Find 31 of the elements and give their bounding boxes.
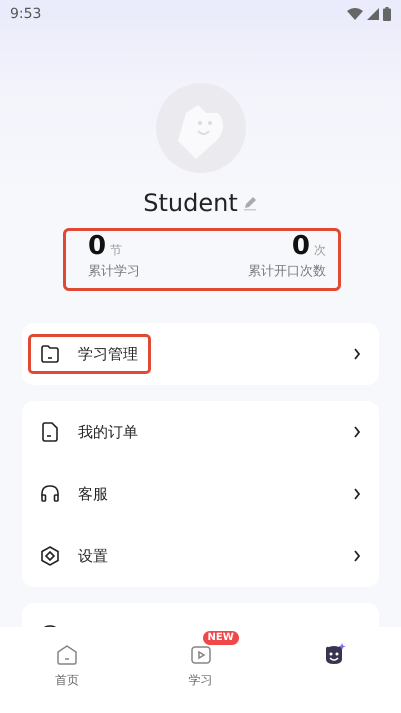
settings-icon	[39, 544, 61, 567]
tab[interactable]: 首页	[24, 631, 109, 689]
stat-label: 累计开口次数	[248, 262, 326, 281]
chevron-icon	[353, 348, 361, 360]
wifi-icon	[347, 8, 363, 20]
stat-unit: 次	[314, 242, 326, 259]
menu-item[interactable]: 设置	[22, 524, 379, 587]
stat-value: 0	[292, 232, 310, 259]
status-time: 9:53	[10, 4, 42, 24]
menu-label: 我的订单	[78, 422, 138, 443]
chevron-icon	[353, 488, 361, 500]
stat-value: 0	[88, 232, 106, 259]
document-icon	[39, 420, 61, 443]
chevron-icon	[353, 550, 361, 562]
menu-item[interactable]: 客服	[22, 462, 379, 525]
menu-label: 学习管理	[78, 344, 138, 365]
menu-item[interactable]: 学习管理	[22, 322, 379, 385]
user-name: Student	[143, 189, 238, 218]
stat-label: 累计学习	[88, 262, 140, 281]
tab[interactable]: NEW 学习	[158, 631, 242, 689]
stat-unit: 节	[110, 242, 122, 259]
menu-label: 设置	[78, 546, 108, 567]
menu-label: 客服	[78, 484, 108, 505]
signal-icon	[367, 8, 379, 20]
menu-item[interactable]: 我的订单	[22, 400, 379, 463]
folder-icon	[39, 342, 61, 365]
headset-icon	[39, 482, 61, 505]
home-icon	[54, 643, 79, 667]
chevron-icon	[353, 426, 361, 438]
battery-icon	[383, 7, 391, 21]
new-badge: NEW	[202, 631, 239, 645]
